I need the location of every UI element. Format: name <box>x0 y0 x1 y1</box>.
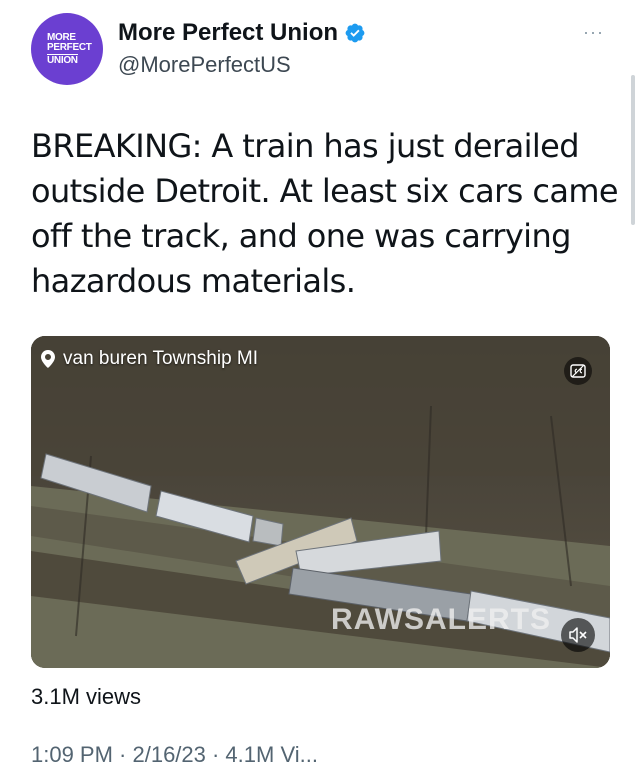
location-label: van buren Township MI <box>63 348 259 369</box>
avatar[interactable]: MORE PERFECT UNION <box>31 13 103 85</box>
view-count: 3.1M views <box>31 684 142 709</box>
author-name[interactable]: More Perfect Union <box>118 19 338 47</box>
avatar-line-2: PERFECT <box>47 41 92 53</box>
author-handle[interactable]: @MorePerfectUS <box>118 52 291 78</box>
video-watermark: RAWSALERTS <box>331 603 551 636</box>
verified-badge-icon <box>345 23 365 43</box>
closed-captions-icon[interactable] <box>564 357 592 385</box>
video-player[interactable]: van buren Township MI RAWSALERTS <box>31 336 610 668</box>
tweet-text: BREAKING: A train has just derailed outs… <box>31 127 619 300</box>
avatar-line-1: MORE <box>47 31 76 43</box>
location-tag: van buren Township MI <box>41 348 258 370</box>
author-name-row[interactable]: More Perfect Union <box>118 19 366 47</box>
scrollbar[interactable] <box>631 75 635 225</box>
cc-glyph-icon <box>570 364 586 378</box>
location-pin-icon <box>41 350 55 368</box>
tweet-timestamp: 1:09 PM · 2/16/23 · 4.1M Vi... <box>31 742 318 767</box>
avatar-line-3: UNION <box>47 53 78 66</box>
speaker-glyph-icon <box>569 627 587 643</box>
speaker-muted-icon[interactable] <box>561 618 595 652</box>
more-options-icon[interactable]: ··· <box>583 22 604 43</box>
